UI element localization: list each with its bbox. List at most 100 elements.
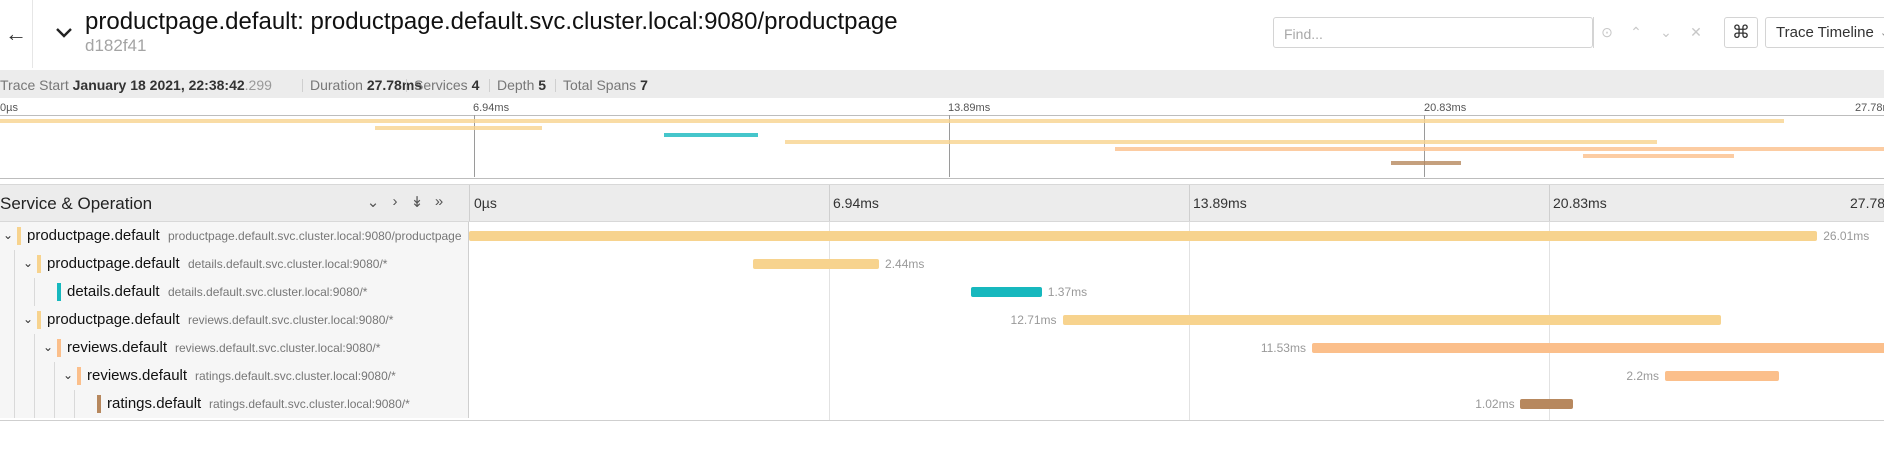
span-bar-cell[interactable]: 12.71ms bbox=[469, 306, 1884, 334]
chevron-down-icon: ⌄ bbox=[1660, 24, 1672, 40]
operation-name: reviews.default.svc.cluster.local:9080/* bbox=[188, 313, 394, 327]
trace-services: Services 4 bbox=[414, 77, 479, 93]
duration-label: Duration bbox=[310, 77, 363, 93]
operation-name: reviews.default.svc.cluster.local:9080/* bbox=[175, 341, 381, 355]
span-rows: ⌄ productpage.default productpage.default.… bbox=[0, 222, 1884, 421]
minimap-span-bar bbox=[1115, 147, 1884, 151]
trace-summary: Trace Start January 18 2021, 22:38:42.29… bbox=[0, 70, 1884, 98]
timeline-tick bbox=[1549, 185, 1550, 221]
operation-name: ratings.default.svc.cluster.local:9080/* bbox=[209, 397, 410, 411]
span-bar-cell[interactable]: 2.44ms bbox=[469, 250, 1884, 278]
back-button[interactable]: ← bbox=[0, 0, 33, 68]
operation-name: ratings.default.svc.cluster.local:9080/* bbox=[195, 369, 396, 383]
indent-guide bbox=[34, 390, 35, 418]
span-bar-cell[interactable]: 26.01ms bbox=[469, 222, 1884, 250]
trace-minimap[interactable]: 0µs 6.94ms 13.89ms 20.83ms 27.78ms bbox=[0, 98, 1884, 179]
indent-guide bbox=[14, 306, 15, 334]
minimap-span-bar bbox=[1390, 161, 1461, 165]
collapse-one-button[interactable]: ⌄ bbox=[362, 193, 384, 211]
span-row[interactable]: ⌄ reviews.default reviews.default.svc.clus… bbox=[0, 334, 1884, 362]
clear-find-button[interactable]: ✕ bbox=[1682, 17, 1710, 48]
span-bar[interactable] bbox=[1311, 343, 1884, 353]
minimap-axis bbox=[0, 115, 1884, 116]
minimap-tick bbox=[474, 115, 475, 177]
operation-name: productpage.default.svc.cluster.local:90… bbox=[168, 229, 462, 243]
next-match-button[interactable]: ⌄ bbox=[1652, 17, 1680, 48]
span-bar[interactable] bbox=[970, 287, 1042, 297]
span-name-cell[interactable]: ⌄ productpage.default details.default.svc.… bbox=[0, 250, 469, 278]
meta-divider bbox=[406, 79, 407, 92]
span-bar-cell[interactable]: 1.37ms bbox=[469, 278, 1884, 306]
span-row[interactable]: ⌄ productpage.default details.default.svc.… bbox=[0, 250, 1884, 278]
trace-total-spans: Total Spans 7 bbox=[563, 77, 648, 93]
find-field bbox=[1273, 17, 1593, 48]
minimap-span-bar bbox=[375, 126, 543, 130]
span-row[interactable]: ratings.default ratings.default.svc.clust… bbox=[0, 390, 1884, 418]
span-name-cell[interactable]: ⌄ reviews.default reviews.default.svc.clus… bbox=[0, 334, 469, 362]
span-bar-cell[interactable]: 1.02ms bbox=[469, 390, 1884, 418]
chevron-down-icon: ⌄ bbox=[1880, 26, 1884, 39]
service-color-swatch bbox=[97, 395, 101, 413]
timeline-tick-label: 6.94ms bbox=[833, 195, 879, 211]
span-duration-label: 1.37ms bbox=[1047, 285, 1088, 299]
expand-all-button[interactable]: » bbox=[428, 193, 450, 211]
depth-value: 5 bbox=[538, 77, 547, 93]
minimap-span-bar bbox=[785, 140, 1657, 144]
find-input[interactable] bbox=[1282, 22, 1546, 45]
span-name-cell[interactable]: ⌄ productpage.default productpage.default.… bbox=[0, 222, 469, 250]
chevron-down-icon[interactable]: ⌄ bbox=[42, 340, 54, 354]
total-spans-value: 7 bbox=[640, 77, 648, 93]
expand-one-button[interactable]: › bbox=[384, 193, 406, 211]
indent-guide bbox=[14, 362, 15, 390]
service-color-swatch bbox=[37, 311, 41, 329]
minimap-tick bbox=[949, 115, 950, 177]
span-name-cell[interactable]: ⌄ reviews.default ratings.default.svc.clus… bbox=[0, 362, 469, 390]
timeline-tick bbox=[829, 185, 830, 221]
span-bar[interactable] bbox=[1062, 315, 1722, 325]
span-duration-label: 1.02ms bbox=[1475, 397, 1515, 411]
chevron-up-icon: ⌃ bbox=[1630, 24, 1642, 40]
collapse-all-button[interactable]: ↡ bbox=[406, 193, 428, 211]
span-bar-cell[interactable]: 2.2ms bbox=[469, 362, 1884, 390]
span-row[interactable]: ⌄ reviews.default ratings.default.svc.clus… bbox=[0, 362, 1884, 390]
keyboard-shortcuts-button[interactable]: ⌘ bbox=[1724, 17, 1758, 48]
chevron-down-icon[interactable]: ⌄ bbox=[22, 256, 34, 270]
close-icon: ✕ bbox=[1690, 24, 1702, 40]
trace-depth: Depth 5 bbox=[497, 77, 546, 93]
trace-id: d182f41 bbox=[85, 36, 147, 55]
prev-match-button[interactable]: ⌃ bbox=[1622, 17, 1650, 48]
span-name-cell[interactable]: details.default details.default.svc.clust… bbox=[0, 278, 469, 306]
view-type-label: Trace Timeline bbox=[1776, 24, 1874, 41]
span-name-cell[interactable]: ratings.default ratings.default.svc.clust… bbox=[0, 390, 469, 418]
span-bar-cell[interactable]: 11.53ms bbox=[469, 334, 1884, 362]
span-duration-label: 26.01ms bbox=[1823, 229, 1870, 243]
column-resizer[interactable] bbox=[469, 185, 470, 221]
indent-guide bbox=[14, 278, 15, 306]
minimap-span-bar bbox=[1582, 154, 1734, 158]
indent-guide bbox=[74, 390, 75, 418]
span-bar[interactable] bbox=[1520, 399, 1574, 409]
span-row[interactable]: details.default details.default.svc.clust… bbox=[0, 278, 1884, 306]
service-color-swatch bbox=[57, 283, 61, 301]
span-bar[interactable] bbox=[1665, 371, 1780, 381]
chevron-down-icon[interactable]: ⌄ bbox=[2, 228, 14, 242]
span-bar[interactable] bbox=[752, 259, 879, 269]
view-type-select[interactable]: Trace Timeline ⌄ bbox=[1765, 17, 1884, 48]
timeline-tick-label: 27.78ms bbox=[1850, 195, 1884, 211]
indent-guide bbox=[54, 362, 55, 390]
meta-divider bbox=[302, 79, 303, 92]
service-name: productpage.default bbox=[27, 227, 160, 244]
collapse-header-button[interactable] bbox=[52, 18, 76, 48]
chevron-down-icon[interactable]: ⌄ bbox=[62, 368, 74, 382]
minimap-tick-label: 13.89ms bbox=[948, 102, 991, 114]
span-duration-label: 12.71ms bbox=[1010, 313, 1057, 327]
locate-button[interactable]: ⊙ bbox=[1593, 17, 1621, 48]
service-color-swatch bbox=[37, 255, 41, 273]
indent-guide bbox=[54, 390, 55, 418]
chevron-down-icon[interactable]: ⌄ bbox=[22, 312, 34, 326]
span-row[interactable]: ⌄ productpage.default reviews.default.svc.… bbox=[0, 306, 1884, 334]
span-bar[interactable] bbox=[469, 231, 1818, 241]
span-row[interactable]: ⌄ productpage.default productpage.default.… bbox=[0, 222, 1884, 250]
span-name-cell[interactable]: ⌄ productpage.default reviews.default.svc.… bbox=[0, 306, 469, 334]
services-label: Services bbox=[414, 77, 468, 93]
